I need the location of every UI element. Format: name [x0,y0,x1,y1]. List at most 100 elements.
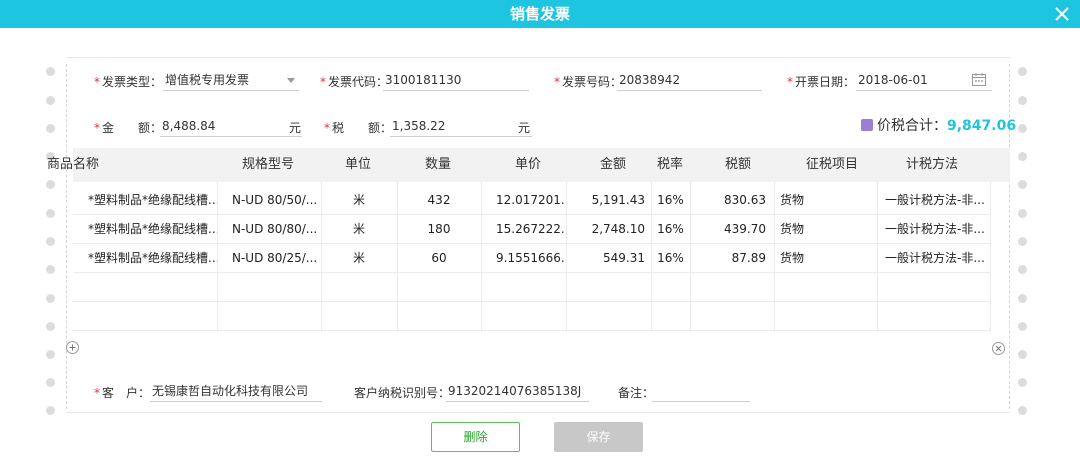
table-cell: 一般计税方法-非... [885,222,985,236]
perforation-dot [1018,180,1027,189]
window-title: 销售发票 [509,5,570,23]
customer-label: * 客 户： [94,386,151,400]
tax-icon [861,119,873,131]
table-cell: N-UD 80/25/... [232,251,318,265]
amount-field[interactable]: 8,488.84 [160,115,302,137]
perforation-dot [1018,265,1027,274]
table-cell: 米 [352,251,365,265]
perforation-dot [46,124,55,133]
delete-button[interactable]: 删除 [431,422,520,452]
save-button[interactable]: 保存 [554,422,643,452]
invoice-code-label: * 发票代码： [320,75,389,89]
column-header: 计税方法 [905,157,958,172]
invoice-number-field[interactable]: 20838942 [617,69,762,91]
table-row[interactable]: *塑料制品*绝缘配线槽... N-UD 80/50/... 米 432 12.01720… [73,186,990,215]
invoice-type-select[interactable]: 增值税专用发票 [163,69,299,91]
column-header: 单位 [344,157,371,172]
x-circle-icon[interactable] [992,342,1005,355]
table-cell: 830.63 [724,193,766,207]
table-row[interactable]: *塑料制品*绝缘配线槽... N-UD 80/80/... 米 180 15.26722… [73,215,990,244]
total-with-tax: 价税合计：9,847.06 [861,115,1016,135]
perforation-dot [46,294,55,303]
tax-label: * 税 额： [324,121,393,135]
column-divider [990,182,991,332]
table-cell: 2,748.10 [591,222,645,236]
perforation-dot [46,265,55,274]
perforation-dot [1018,124,1027,133]
table-cell: 15.267222... [496,222,566,236]
perforation-dot [46,209,55,218]
amount-label: * 金 额： [94,121,163,135]
tax-id-field[interactable]: 91320214076385138J [446,380,589,402]
chevron-down-icon[interactable] [287,78,295,83]
paper-left-dash [66,64,67,409]
table-cell: 549.31 [603,251,645,265]
table-cell: 9.1551666... [496,251,566,265]
perforation-dot [46,96,55,105]
perforation-dot [1018,96,1027,105]
column-header: 单价 [514,157,541,172]
table-cell: 米 [352,193,365,207]
column-header: 规格型号 [241,157,294,172]
issue-date-label: * 开票日期： [787,75,856,89]
table-cell: 货物 [780,193,805,207]
perforation-dot [46,406,55,415]
perforation-dot [1018,406,1027,415]
table-header: 商品名称 规格型号 单位 数量 单价 金额 税率 税额 征税项目 计税方法 [47,148,1010,182]
table-cell: *塑料制品*绝缘配线槽... [88,222,217,236]
perforation-dot [46,322,55,331]
note-field[interactable] [652,380,750,402]
perforation-dot [1018,67,1027,76]
column-header: 数量 [424,157,451,172]
table-cell: 16% [657,222,684,236]
perforation-dot [1018,322,1027,331]
table-row[interactable]: *塑料制品*绝缘配线槽... N-UD 80/25/... 米 60 9.1551666… [73,244,990,273]
calendar-icon[interactable] [972,73,986,86]
plus-circle-icon[interactable] [66,341,79,354]
perforation-dot [1018,209,1027,218]
perforation-dot [1018,152,1027,161]
table-cell: 5,191.43 [591,193,645,207]
table-cell: 180 [427,222,451,236]
perforation-dot [1018,378,1027,387]
perforation-dot [46,350,55,359]
invoice-type-label: * 发票类型： [94,75,163,89]
table-cell: 87.89 [731,251,766,265]
tax-field[interactable]: 1,358.22 [390,115,532,137]
total-value: 9,847.06 [947,118,1017,134]
table-cell: 米 [352,222,365,236]
perforation-dot [46,237,55,246]
column-header: 金额 [599,157,626,172]
perforation-dot [1018,350,1027,359]
perforation-dot [46,378,55,387]
table-cell: N-UD 80/50/... [232,193,318,207]
table-row [73,302,990,331]
table-cell: 货物 [780,222,805,236]
column-header: 税率 [656,157,683,172]
table-cell: 一般计税方法-非... [885,193,985,207]
title-bar: 销售发票 [0,0,1080,28]
column-header: 征税项目 [805,157,858,172]
table-cell: 一般计税方法-非... [885,251,985,265]
table-cell: 432 [427,193,451,207]
customer-field[interactable]: 无锡康哲自动化科技有限公司 [150,380,322,402]
tax-unit: 元 [518,121,531,135]
column-header: 税额 [724,157,751,172]
column-header: 商品名称 [46,157,99,172]
table-row [73,273,990,302]
note-label: 备注： [618,386,655,400]
amount-unit: 元 [289,121,302,135]
close-icon[interactable] [1052,4,1072,24]
perforation-dot [1018,237,1027,246]
table-cell: 16% [657,251,684,265]
total-label: 价税合计： [877,118,947,134]
perforation-dot [46,67,55,76]
perforation-dot [1018,294,1027,303]
table-cell: N-UD 80/80/... [232,222,318,236]
tax-id-label: 客户纳税识别号： [354,386,451,400]
invoice-code-field[interactable]: 3100181130 [383,69,529,91]
table-cell: *塑料制品*绝缘配线槽... [88,251,217,265]
table-cell: 12.017201... [496,193,566,207]
table-cell: 439.70 [724,222,766,236]
table-cell: *塑料制品*绝缘配线槽... [88,193,217,207]
